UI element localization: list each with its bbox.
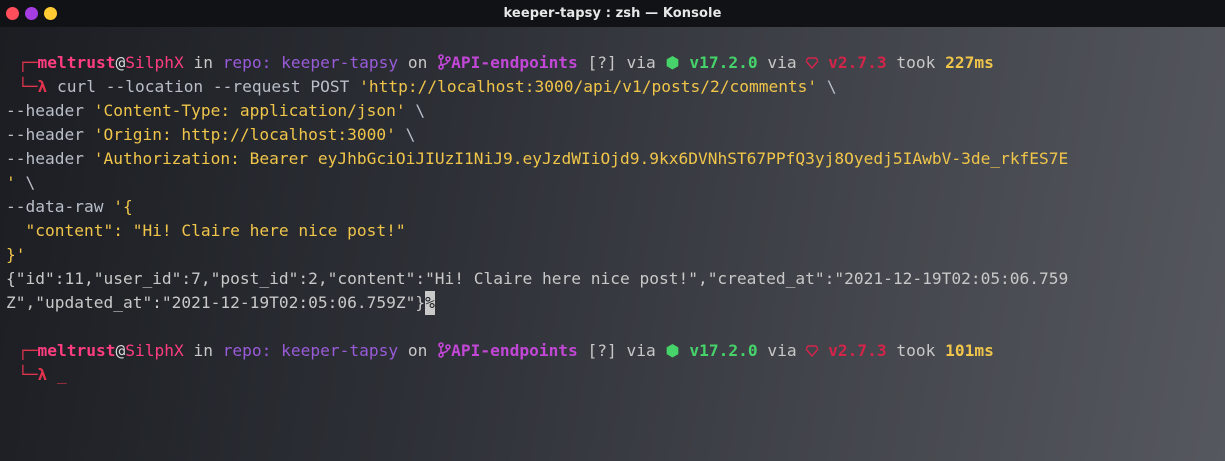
prompt-in: in (183, 53, 223, 72)
prompt-via: via (616, 341, 666, 360)
terminal-area[interactable]: ┌─meltrust@SilphX in repo: keeper-tapsy … (0, 27, 1225, 461)
command-line-2: --header 'Content-Type: application/json… (6, 99, 425, 123)
title-bar[interactable]: keeper-tapsy : zsh — Konsole (0, 0, 1225, 27)
text-cursor: _ (47, 365, 67, 384)
prompt-branch: API-endpoints (451, 53, 578, 72)
prompt-host: SilphX (125, 341, 184, 360)
data-raw-value: '{ (113, 197, 133, 216)
prompt-user: meltrust (37, 53, 116, 72)
header-value: 'Authorization: Bearer eyJhbGciOiJIUzI1N… (93, 149, 1069, 168)
command-line-7: "content": "Hi! Claire here nice post!" (6, 219, 406, 243)
prompt-corner-top: ┌─ (18, 341, 38, 360)
konsole-window: keeper-tapsy : zsh — Konsole ┌─meltrust@… (0, 0, 1225, 461)
header-flag: --header (6, 125, 94, 144)
header-flag: --header (6, 101, 94, 120)
output-line-1: {"id":11,"user_id":7,"post_id":2,"conten… (6, 267, 1068, 291)
command-continuation: \ (405, 101, 426, 120)
command-line-4: --header 'Authorization: Bearer eyJhbGci… (6, 147, 1068, 171)
prompt-lambda: λ (37, 77, 48, 96)
header-flag: --header (6, 149, 94, 168)
node-icon: ⬢ (665, 341, 680, 360)
prompt-on: on (398, 341, 438, 360)
prompt-duration: 227ms (945, 53, 994, 72)
prompt-branch: API-endpoints (451, 341, 578, 360)
data-raw-value: "content": "Hi! Claire here nice post!" (6, 221, 406, 240)
prompt-status: [?] (577, 53, 617, 72)
output-line-2: Z","updated_at":"2021-12-19T02:05:06.759… (6, 291, 435, 315)
prompt-corner-bottom: └─ (18, 77, 38, 96)
node-icon: ⬢ (665, 53, 680, 72)
prompt-repo: repo: keeper-tapsy (222, 53, 399, 72)
data-raw-value: }' (6, 245, 26, 264)
prompt-repo: repo: keeper-tapsy (222, 341, 399, 360)
prompt-lambda: λ (37, 365, 48, 384)
prompt-host: SilphX (125, 53, 184, 72)
prompt-duration: 101ms (945, 341, 994, 360)
header-value: 'Origin: http://localhost:3000' (93, 125, 396, 144)
command-line-1: └─λ curl --location --request POST 'http… (18, 75, 837, 99)
ruby-version: v2.7.3 (818, 341, 887, 360)
command-line-5: ' \ (6, 171, 35, 195)
prompt-corner-top: ┌─ (18, 53, 38, 72)
window-title: keeper-tapsy : zsh — Konsole (503, 6, 722, 21)
prompt-corner-bottom: └─ (18, 365, 38, 384)
ruby-icon (805, 341, 820, 360)
command-url: 'http://localhost:3000/api/v1/posts/2/co… (359, 77, 818, 96)
response-json: {"id":11,"user_id":7,"post_id":2,"conten… (6, 269, 1069, 288)
ruby-version: v2.7.3 (818, 53, 887, 72)
prompt-at: @ (115, 341, 126, 360)
command-line-6: --data-raw '{ (6, 195, 133, 219)
header-value-end: ' (6, 173, 16, 192)
git-branch-icon (437, 53, 451, 72)
command-continuation: \ (395, 125, 416, 144)
prompt-status: [?] (577, 341, 617, 360)
command-curl: curl --location --request POST (47, 77, 360, 96)
prompt-took: took (886, 53, 946, 72)
prompt-via: via (757, 53, 807, 72)
prompt-line-top: ┌─meltrust@SilphX in repo: keeper-tapsy … (18, 339, 994, 363)
eol-marker: % (425, 291, 435, 315)
command-line-8: }' (6, 243, 26, 267)
prompt-took: took (886, 341, 946, 360)
git-branch-icon (437, 341, 451, 360)
command-continuation: \ (15, 173, 36, 192)
node-version: v17.2.0 (679, 53, 758, 72)
response-json: Z","updated_at":"2021-12-19T02:05:06.759… (6, 293, 426, 312)
prompt-via: via (757, 341, 807, 360)
prompt-on: on (398, 53, 438, 72)
command-line-3: --header 'Origin: http://localhost:3000'… (6, 123, 415, 147)
prompt-user: meltrust (37, 341, 116, 360)
command-input-line[interactable]: └─λ _ (18, 363, 67, 387)
header-value: 'Content-Type: application/json' (93, 101, 406, 120)
prompt-via: via (616, 53, 666, 72)
prompt-in: in (183, 341, 223, 360)
node-version: v17.2.0 (679, 341, 758, 360)
prompt-line-top: ┌─meltrust@SilphX in repo: keeper-tapsy … (18, 51, 994, 75)
data-raw-flag: --data-raw (6, 197, 114, 216)
prompt-at: @ (115, 53, 126, 72)
command-continuation: \ (817, 77, 837, 96)
ruby-icon (805, 53, 820, 72)
